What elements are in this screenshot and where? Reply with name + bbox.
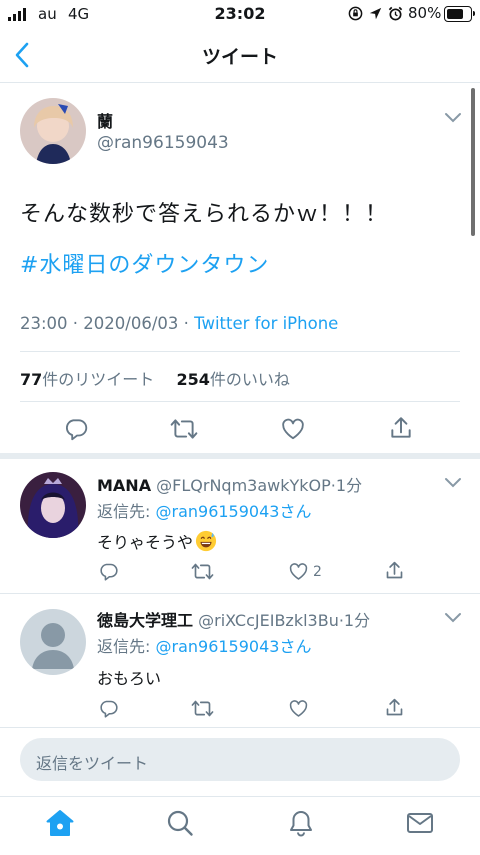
author-name[interactable]: 蘭: [97, 108, 113, 132]
chevron-down-icon: [445, 478, 461, 488]
home-icon: [46, 810, 74, 836]
tab-home[interactable]: [45, 809, 75, 837]
like-button[interactable]: [280, 416, 306, 442]
tweet-menu-button[interactable]: [444, 612, 462, 624]
tab-bar: [0, 796, 480, 855]
battery-percent: 80%: [408, 4, 442, 22]
grinning-sweat-emoji: [195, 530, 217, 552]
tweet-stats: 77件のリツイート 254件のいいね: [20, 366, 290, 390]
search-icon: [167, 810, 193, 836]
share-button[interactable]: [384, 697, 405, 718]
retweet-button[interactable]: [191, 698, 214, 719]
reply-to-link[interactable]: @ran96159043さん: [155, 502, 311, 521]
tweet-menu-button[interactable]: [444, 477, 462, 489]
reply-icon: [100, 563, 118, 581]
rotation-lock-icon: [348, 6, 363, 21]
heart-icon: [289, 700, 308, 717]
reply-icon: [100, 700, 118, 718]
share-icon: [386, 698, 403, 716]
hashtag-link[interactable]: #水曜日のダウンタウン: [20, 247, 269, 279]
scrollbar[interactable]: [471, 88, 475, 236]
author-name[interactable]: 徳島大学理工: [97, 611, 193, 630]
battery-icon: [444, 6, 475, 22]
tweet-timestamp: 23:00 · 2020/06/03 ·: [20, 314, 195, 333]
like-stat[interactable]: 254件のいいね: [176, 370, 289, 389]
chevron-down-icon: [445, 613, 461, 623]
tab-notifications[interactable]: [288, 809, 314, 837]
tweet-menu-button[interactable]: [444, 112, 462, 124]
messages-icon: [407, 813, 433, 833]
retweet-icon: [191, 563, 214, 580]
like-button[interactable]: [288, 698, 313, 719]
tweet-timestamp: 1分: [343, 611, 371, 630]
alarm-icon: [388, 6, 403, 21]
location-icon: [369, 7, 382, 20]
avatar[interactable]: [20, 98, 86, 164]
like-button[interactable]: 2: [288, 561, 322, 582]
tweet-text: そんな数秒で答えられるかｗ！！！: [20, 202, 389, 227]
heart-icon: [282, 418, 304, 440]
reply-button[interactable]: [98, 698, 119, 719]
notifications-icon: [290, 811, 312, 837]
share-icon: [386, 561, 403, 579]
reply-tweet[interactable]: MANA @FLQrNqm3awkYkOP·1分 返信先: @ran961590…: [0, 459, 480, 593]
tweet-timestamp: 1分: [335, 476, 363, 495]
reply-icon: [65, 419, 88, 441]
retweet-stat[interactable]: 77件のリツイート: [20, 370, 154, 389]
divider: [20, 351, 460, 352]
tab-search[interactable]: [166, 809, 194, 837]
reply-to: 返信先: @ran96159043さん: [97, 637, 312, 656]
share-button[interactable]: [384, 560, 405, 581]
divider: [20, 401, 460, 402]
retweet-icon: [170, 419, 198, 439]
author-handle[interactable]: @ran96159043: [97, 133, 229, 153]
reply-to-link[interactable]: @ran96159043さん: [155, 637, 311, 656]
nav-bar: ツイート: [0, 28, 480, 83]
retweet-button[interactable]: [191, 561, 214, 582]
author-handle[interactable]: @riXCcJEIBzkl3Bu: [198, 611, 339, 630]
author-handle[interactable]: @FLQrNqm3awkYkOP: [156, 476, 331, 495]
retweet-icon: [191, 700, 214, 717]
avatar[interactable]: [20, 472, 86, 538]
avatar[interactable]: [20, 609, 86, 675]
tab-messages[interactable]: [406, 811, 434, 835]
share-button[interactable]: [388, 415, 414, 441]
status-bar: au 4G 23:02 80%: [0, 0, 480, 28]
reply-tweet[interactable]: 徳島大学理工 @riXCcJEIBzkl3Bu·1分 返信先: @ran9615…: [0, 594, 480, 726]
heart-icon: [289, 563, 308, 580]
reply-button[interactable]: [63, 416, 89, 442]
share-icon: [391, 417, 411, 438]
client-link[interactable]: Twitter for iPhone: [194, 314, 338, 333]
reply-to: 返信先: @ran96159043さん: [97, 502, 312, 521]
author-name[interactable]: MANA: [97, 476, 151, 495]
retweet-button[interactable]: [170, 416, 198, 442]
tweet-text: おもろい: [97, 669, 162, 688]
reply-button[interactable]: [98, 561, 119, 582]
tweet-meta: 23:00 · 2020/06/03 · Twitter for iPhone: [20, 314, 338, 333]
chevron-down-icon: [445, 113, 461, 123]
reply-input-placeholder: 返信をツイート: [36, 754, 149, 773]
page-title: ツイート: [201, 46, 278, 68]
tweet-actions: [0, 412, 480, 448]
tweet-text: そりゃそうや: [97, 533, 194, 552]
like-count: 2: [313, 563, 322, 580]
